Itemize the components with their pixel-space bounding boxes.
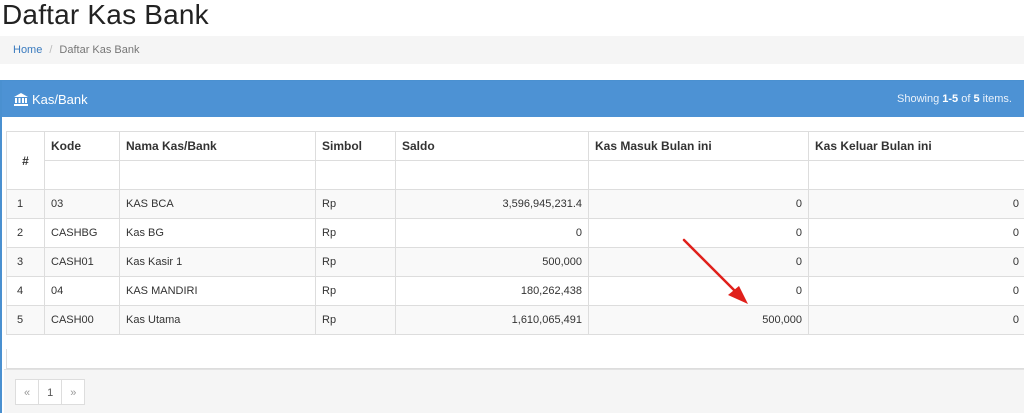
bank-icon [14, 92, 28, 106]
table-row: 4 04 KAS MANDIRI Rp 180,262,438 0 0 [6, 276, 1024, 306]
kas-bank-table: # Kode Nama Kas/Bank Simbol Saldo Kas Ma… [6, 131, 1024, 335]
table-row: 2 CASHBG Kas BG Rp 0 0 0 [6, 218, 1024, 248]
table-footer-row [6, 349, 1024, 369]
cell-kas-masuk: 500,000 [588, 305, 809, 335]
cell-index: 3 [6, 247, 45, 277]
summary-range: 1-5 [942, 93, 959, 105]
summary-prefix: Showing [897, 93, 943, 105]
panel-title-label: Kas/Bank [32, 91, 88, 107]
panel-footer: « 1 » [4, 369, 1024, 413]
panel-title: Kas/Bank [14, 92, 88, 107]
cell-kode: CASH01 [44, 247, 120, 277]
cell-index: 5 [6, 305, 45, 335]
cell-nama: Kas BG [119, 218, 316, 248]
cell-nama: Kas Utama [119, 305, 316, 335]
table-row: 5 CASH00 Kas Utama Rp 1,610,065,491 500,… [6, 305, 1024, 335]
cell-nama: KAS MANDIRI [119, 276, 316, 306]
column-header-kas-keluar[interactable]: Kas Keluar Bulan ini [808, 131, 1024, 161]
filter-cell-kas-keluar[interactable] [808, 160, 1024, 190]
column-header-kode[interactable]: Kode [44, 131, 120, 161]
cell-kas-keluar: 0 [808, 247, 1024, 277]
cell-kas-masuk: 0 [588, 218, 809, 248]
cell-saldo: 0 [395, 218, 589, 248]
cell-index: 1 [6, 189, 45, 219]
cell-kas-masuk: 0 [588, 247, 809, 277]
column-header-kas-masuk[interactable]: Kas Masuk Bulan ini [588, 131, 809, 161]
cell-kas-masuk: 0 [588, 189, 809, 219]
summary-mid: of [958, 93, 974, 105]
cell-simbol: Rp [315, 276, 396, 306]
cell-kas-keluar: 0 [808, 189, 1024, 219]
cell-kode: CASHBG [44, 218, 120, 248]
cell-index: 4 [6, 276, 45, 306]
cell-kas-masuk: 0 [588, 276, 809, 306]
cell-saldo: 1,610,065,491 [395, 305, 589, 335]
cell-kas-keluar: 0 [808, 276, 1024, 306]
breadcrumb-current: Daftar Kas Bank [59, 44, 140, 56]
cell-simbol: Rp [315, 247, 396, 277]
breadcrumb: Home / Daftar Kas Bank [0, 36, 1024, 64]
cell-nama: KAS BCA [119, 189, 316, 219]
cell-saldo: 3,596,945,231.4 [395, 189, 589, 219]
table-row: 1 03 KAS BCA Rp 3,596,945,231.4 0 0 [6, 189, 1024, 219]
filter-cell-kode[interactable] [44, 160, 120, 190]
cell-simbol: Rp [315, 305, 396, 335]
panel-heading: Kas/Bank Showing 1-5 of 5 items. [2, 81, 1024, 117]
summary-text: Showing 1-5 of 5 items. [897, 93, 1012, 105]
cell-saldo: 180,262,438 [395, 276, 589, 306]
cell-kas-keluar: 0 [808, 218, 1024, 248]
cell-index: 2 [6, 218, 45, 248]
cell-simbol: Rp [315, 189, 396, 219]
column-header-simbol[interactable]: Simbol [315, 131, 396, 161]
summary-suffix: items. [979, 93, 1012, 105]
cell-kode: 04 [44, 276, 120, 306]
breadcrumb-home-link[interactable]: Home [13, 44, 42, 56]
kas-bank-panel: Kas/Bank Showing 1-5 of 5 items. # Kode … [0, 80, 1024, 413]
filter-cell-saldo[interactable] [395, 160, 589, 190]
filter-cell-kas-masuk[interactable] [588, 160, 809, 190]
breadcrumb-separator: / [49, 44, 53, 56]
cell-kode: CASH00 [44, 305, 120, 335]
pagination-prev-button[interactable]: « [15, 379, 40, 405]
column-header-saldo[interactable]: Saldo [395, 131, 589, 161]
cell-saldo: 500,000 [395, 247, 589, 277]
cell-kas-keluar: 0 [808, 305, 1024, 335]
filter-cell-nama[interactable] [119, 160, 316, 190]
filter-cell-simbol[interactable] [315, 160, 396, 190]
pagination: « 1 » [15, 379, 86, 405]
column-header-index: # [6, 131, 45, 190]
cell-nama: Kas Kasir 1 [119, 247, 316, 277]
cell-simbol: Rp [315, 218, 396, 248]
column-header-nama[interactable]: Nama Kas/Bank [119, 131, 316, 161]
pagination-page-button[interactable]: 1 [38, 379, 63, 405]
table-row: 3 CASH01 Kas Kasir 1 Rp 500,000 0 0 [6, 247, 1024, 277]
page-title: Daftar Kas Bank [2, 0, 209, 30]
pagination-next-button[interactable]: » [61, 379, 86, 405]
cell-kode: 03 [44, 189, 120, 219]
